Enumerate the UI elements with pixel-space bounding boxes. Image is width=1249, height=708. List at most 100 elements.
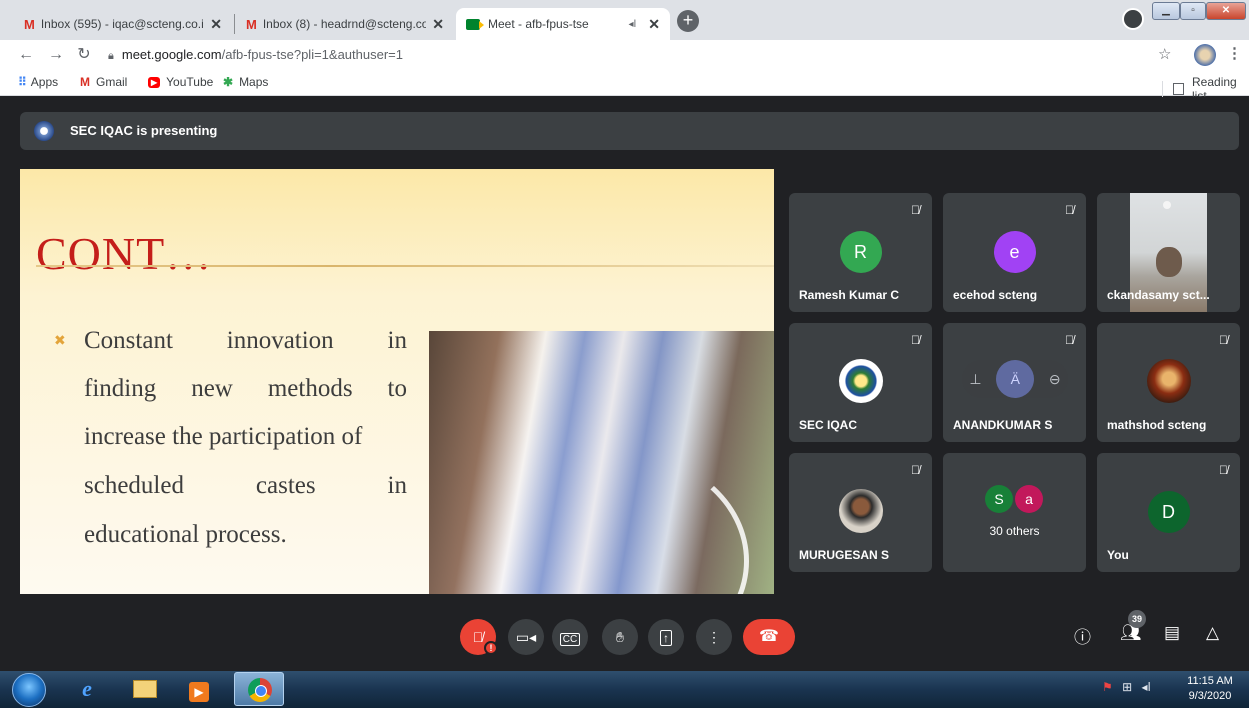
present-screen-button[interactable]: ↑ xyxy=(648,619,684,655)
bookmark-star-icon[interactable]: ☆ xyxy=(1158,45,1171,63)
slide-word: to xyxy=(387,375,407,402)
start-button[interactable] xyxy=(12,673,46,707)
bookmark-gmail[interactable]: M Gmail xyxy=(80,75,127,89)
participant-tile[interactable]: 🎙̸ ⊥ Ä ⊖ ANANDKUMAR S xyxy=(943,323,1086,442)
photo-arc xyxy=(489,451,749,594)
video-background-light xyxy=(1163,201,1171,209)
tab-gmail-headrnd[interactable]: M Inbox (8) - headrnd@scteng.co.in ✕ xyxy=(236,8,454,40)
tab-meet[interactable]: Meet - afb-fpus-tse ◂ⅼ ✕ xyxy=(456,8,670,40)
participant-tile[interactable]: 🎙̸ MURUGESAN S xyxy=(789,453,932,572)
bookmark-youtube[interactable]: ▶ YouTube xyxy=(148,75,213,89)
slide-word: in xyxy=(387,327,407,354)
internet-explorer-icon[interactable]: e xyxy=(70,674,104,704)
participant-name: ANANDKUMAR S xyxy=(953,418,1053,432)
file-explorer-icon[interactable] xyxy=(128,674,162,704)
slide-word: scheduled xyxy=(84,472,184,499)
camera-toggle-button[interactable]: ▭◂ xyxy=(508,619,544,655)
presenter-avatar xyxy=(34,121,54,141)
participant-tile[interactable]: 🎙̸ SEC IQAC xyxy=(789,323,932,442)
camera-icon: ▭◂ xyxy=(515,629,537,645)
system-tray: ⚑ ⊞ ◂ⅼ xyxy=(1102,680,1151,694)
bookmark-maps[interactable]: ✱ Maps xyxy=(223,75,268,89)
windows-taskbar: e ▶ ⚑ ⊞ ◂ⅼ 11:15 AM 9/3/2020 xyxy=(0,671,1249,708)
mic-off-icon: 🎙̸ xyxy=(1219,463,1228,477)
slide-word: in xyxy=(387,472,407,499)
tab-title: Inbox (8) - headrnd@scteng.co.in xyxy=(262,17,427,31)
participant-tile-video[interactable]: ckandasamy sct... xyxy=(1097,193,1240,312)
meet-icon xyxy=(466,18,484,30)
bullet-icon: ✖ xyxy=(54,332,66,348)
volume-icon[interactable]: ◂ⅼ xyxy=(1142,680,1151,694)
chrome-taskbar-button[interactable] xyxy=(234,672,284,706)
participant-tile[interactable]: 🎙̸ e ecehod scteng xyxy=(943,193,1086,312)
participant-initial: e xyxy=(993,231,1036,273)
back-arrow-icon[interactable]: ← xyxy=(16,45,36,65)
mic-toggle-button[interactable]: 🎙̸ ! xyxy=(460,619,498,655)
account-avatar[interactable] xyxy=(1194,44,1216,66)
remove-icon[interactable]: ⊖ xyxy=(1049,371,1061,388)
slide-line-4: scheduled castes in xyxy=(84,472,407,500)
close-tab-icon[interactable]: ✕ xyxy=(648,16,660,33)
url-input[interactable]: 🔒︎ meet.google.com/afb-fpus-tse?pli=1&aut… xyxy=(98,43,1148,67)
captions-button[interactable]: CC xyxy=(552,619,588,655)
gmail-icon: M xyxy=(80,75,90,89)
slide-title: CONT… xyxy=(36,228,213,279)
minimize-button[interactable]: ▁ xyxy=(1152,2,1180,20)
gmail-icon: M xyxy=(24,16,35,32)
slide-word: educational process. xyxy=(84,521,287,548)
leave-call-button[interactable]: ☎︎ xyxy=(743,619,795,655)
activities-icon[interactable]: △ xyxy=(1206,623,1219,643)
flag-icon[interactable]: ⚑ xyxy=(1102,680,1113,694)
gmail-icon: M xyxy=(246,16,257,32)
participant-avatar-photo xyxy=(838,489,883,533)
participant-name: mathshod scteng xyxy=(1107,418,1207,432)
more-options-button[interactable]: ⋮ xyxy=(696,619,732,655)
clock[interactable]: 11:15 AM 9/3/2020 xyxy=(1180,674,1240,704)
participant-tile[interactable]: 🎙̸ R Ramesh Kumar C xyxy=(789,193,932,312)
slide-line-1: Constant innovation in xyxy=(84,327,407,355)
close-tab-icon[interactable]: ✕ xyxy=(432,16,444,33)
chrome-icon xyxy=(248,678,272,702)
forward-arrow-icon[interactable]: → xyxy=(46,45,66,65)
slide-word: new xyxy=(191,375,233,402)
kebab-menu-icon[interactable]: ⋮ xyxy=(1227,44,1242,62)
slide-word: increase the participation of xyxy=(84,423,363,450)
clock-date: 9/3/2020 xyxy=(1188,690,1232,702)
raise-hand-button[interactable]: ✋︎ xyxy=(602,619,638,655)
bookmark-label: Maps xyxy=(239,75,269,89)
mic-off-icon: 🎙̸ xyxy=(911,333,920,347)
tab-gmail-iqac[interactable]: M Inbox (595) - iqac@scteng.co.in - ✕ xyxy=(14,8,232,40)
chat-icon[interactable]: ▤ xyxy=(1164,623,1180,643)
pin-icon[interactable]: ⊥ xyxy=(969,371,981,388)
self-tile[interactable]: 🎙̸ D You xyxy=(1097,453,1240,572)
bookmark-apps[interactable]: ⠿ Apps xyxy=(18,75,58,89)
media-player-icon[interactable]: ▶ xyxy=(182,674,216,704)
profile-icon[interactable] xyxy=(1122,8,1144,30)
mic-off-icon: 🎙̸ xyxy=(1065,203,1074,217)
present-icon: ↑ xyxy=(660,630,672,646)
reload-icon[interactable]: ↻ xyxy=(74,45,94,65)
others-tile[interactable]: S a 30 others xyxy=(943,453,1086,572)
meeting-details-icon[interactable]: ⓘ xyxy=(1074,623,1091,648)
slide-divider xyxy=(36,265,774,267)
tab-title: Inbox (595) - iqac@scteng.co.in - xyxy=(40,17,205,31)
participant-initial: R xyxy=(839,231,882,273)
slide-line-2: finding new methods to xyxy=(84,375,407,403)
divider xyxy=(1162,81,1163,97)
apps-grid-icon: ⠿ xyxy=(18,75,27,89)
mute-participant-icon[interactable]: Ä xyxy=(996,360,1035,398)
close-window-button[interactable]: ✕ xyxy=(1206,2,1246,20)
maximize-button[interactable]: ▫ xyxy=(1180,2,1206,20)
hand-icon: ✋︎ xyxy=(616,629,624,645)
clock-time: 11:15 AM xyxy=(1187,675,1233,687)
tab-bar: M Inbox (595) - iqac@scteng.co.in - ✕ M … xyxy=(0,0,1249,40)
close-tab-icon[interactable]: ✕ xyxy=(210,16,222,33)
bookmark-label: Apps xyxy=(30,75,59,89)
participant-name: MURUGESAN S xyxy=(799,548,890,562)
new-tab-button[interactable]: + xyxy=(677,10,699,32)
tile-hover-controls: ⊥ Ä ⊖ xyxy=(962,360,1068,398)
participant-tile[interactable]: 🎙̸ mathshod scteng xyxy=(1097,323,1240,442)
slide-line-3: increase the participation of xyxy=(84,423,407,451)
network-icon[interactable]: ⊞ xyxy=(1122,680,1132,694)
participant-name: ckandasamy sct... xyxy=(1107,288,1210,302)
